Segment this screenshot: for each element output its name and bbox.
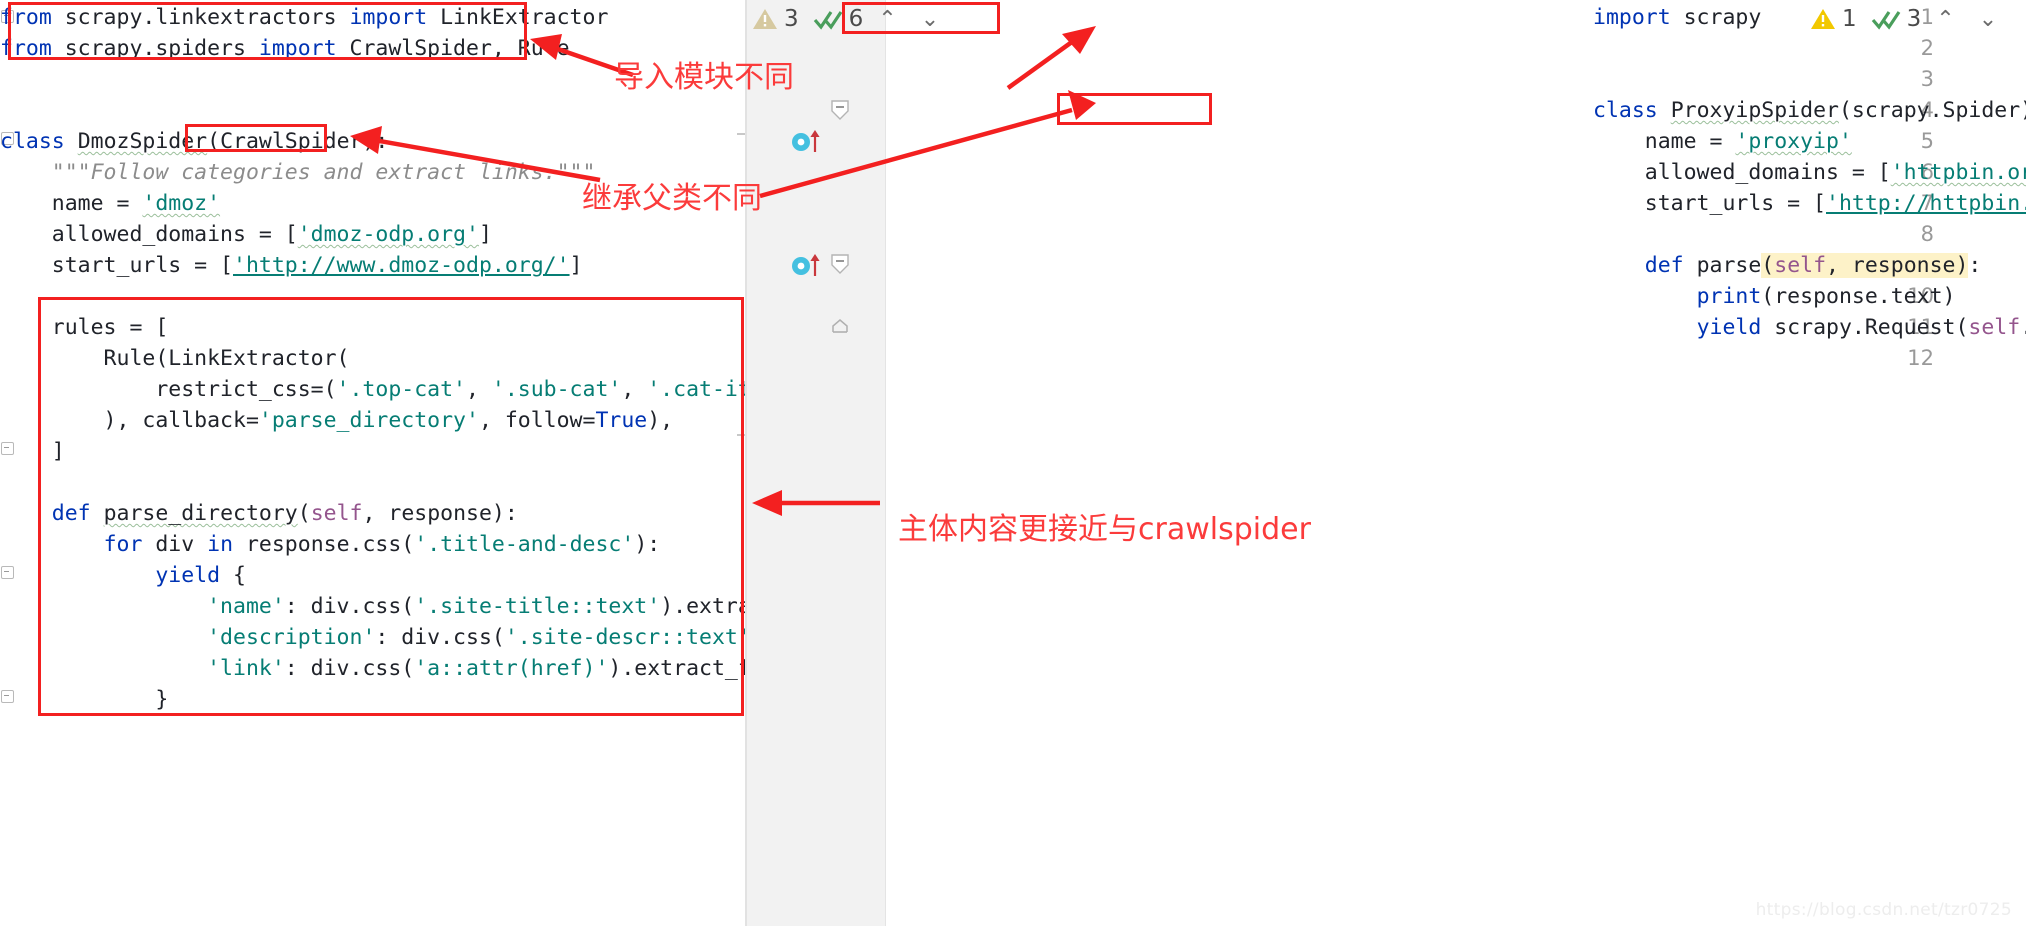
- double-check-icon[interactable]: [813, 8, 843, 30]
- line-number: 12: [1907, 346, 1934, 370]
- warning-triangle-icon[interactable]: [1810, 7, 1836, 31]
- ok-count: 3: [1906, 6, 1922, 32]
- previous-problem-button[interactable]: ⌃: [869, 7, 905, 32]
- right-inspection-widget[interactable]: 1 3 ⌃ ⌄: [1810, 6, 2006, 32]
- warning-count: 1: [1842, 6, 1857, 32]
- fold-collapse-icon[interactable]: [829, 98, 851, 122]
- ok-count: 6: [848, 6, 864, 32]
- right-source-code[interactable]: import scrapy class ProxyipSpider(scrapy…: [1593, 2, 2026, 343]
- double-check-icon[interactable]: [1871, 8, 1901, 30]
- scroll-marker: [737, 434, 745, 436]
- left-editor-pane[interactable]: from scrapy.linkextractors import LinkEx…: [0, 0, 745, 926]
- next-problem-button[interactable]: ⌄: [912, 7, 948, 32]
- override-method-icon[interactable]: [791, 252, 825, 278]
- warning-triangle-icon[interactable]: [752, 7, 778, 31]
- override-method-icon[interactable]: [791, 128, 825, 154]
- fold-end-icon[interactable]: [829, 314, 851, 336]
- pane-divider[interactable]: [745, 0, 747, 926]
- previous-problem-button[interactable]: ⌃: [1927, 7, 1963, 32]
- right-editor-pane[interactable]: 1 2 3 4 5 6 7 8 9 10 11 12 import scrapy…: [745, 0, 2026, 926]
- fold-collapse-icon[interactable]: [829, 252, 851, 276]
- left-source-code[interactable]: from scrapy.linkextractors import LinkEx…: [0, 2, 745, 715]
- left-inspection-widget[interactable]: 3 6 ⌃ ⌄: [752, 6, 948, 32]
- scroll-marker: [737, 133, 745, 135]
- next-problem-button[interactable]: ⌄: [1970, 7, 2006, 32]
- warning-count: 3: [784, 6, 799, 32]
